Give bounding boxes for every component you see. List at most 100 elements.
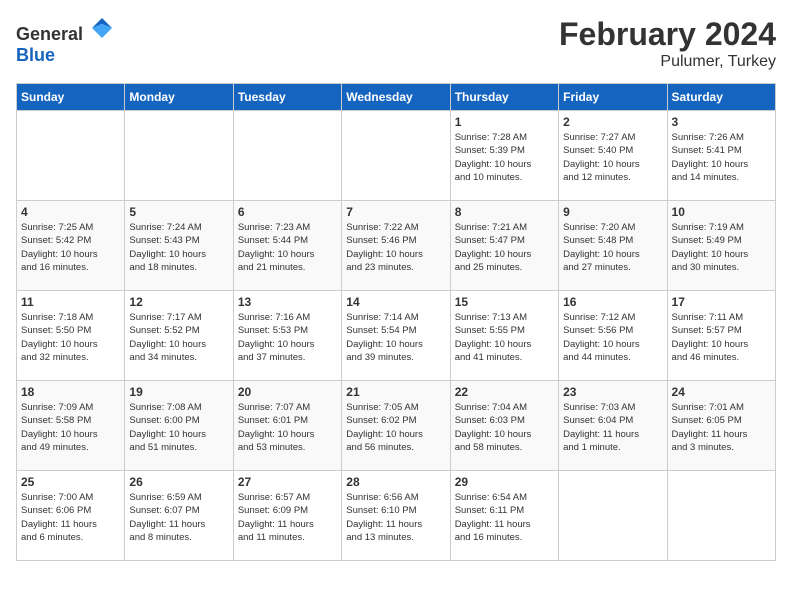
header-day-thursday: Thursday (450, 84, 558, 111)
day-cell: 25 Sunrise: 7:00 AM Sunset: 6:06 PM Dayli… (17, 471, 125, 561)
day-number: 6 (238, 205, 337, 219)
day-number: 19 (129, 385, 228, 399)
day-info: Sunrise: 7:19 AM Sunset: 5:49 PM Dayligh… (672, 221, 771, 274)
day-cell: 26Sunrise: 6:59 AM Sunset: 6:07 PM Dayli… (125, 471, 233, 561)
day-cell: 23 Sunrise: 7:03 AM Sunset: 6:04 PM Dayli… (559, 381, 667, 471)
day-info: Sunrise: 7:14 AM Sunset: 5:54 PM Dayligh… (346, 311, 445, 364)
day-info: Sunrise: 7:09 AM Sunset: 5:58 PM Dayligh… (21, 401, 120, 454)
header-day-wednesday: Wednesday (342, 84, 450, 111)
day-number: 1 (455, 115, 554, 129)
week-row-0: 1 Sunrise: 7:28 AM Sunset: 5:39 PM Daylig… (17, 111, 776, 201)
logo-icon (90, 16, 114, 40)
week-row-3: 18 Sunrise: 7:09 AM Sunset: 5:58 PM Dayli… (17, 381, 776, 471)
day-info: Sunrise: 7:03 AM Sunset: 6:04 PM Dayligh… (563, 401, 662, 454)
day-number: 4 (21, 205, 120, 219)
day-info: Sunrise: 7:25 AM Sunset: 5:42 PM Dayligh… (21, 221, 120, 274)
title-block: February 2024 Pulumer, Turkey (559, 16, 776, 71)
calendar-subtitle: Pulumer, Turkey (559, 53, 776, 71)
week-row-4: 25 Sunrise: 7:00 AM Sunset: 6:06 PM Dayli… (17, 471, 776, 561)
day-cell: 28 Sunrise: 6:56 AM Sunset: 6:10 PM Dayli… (342, 471, 450, 561)
calendar-title: February 2024 (559, 16, 776, 53)
header-day-saturday: Saturday (667, 84, 775, 111)
day-cell: 19 Sunrise: 7:08 AM Sunset: 6:00 PM Dayli… (125, 381, 233, 471)
week-row-2: 11 Sunrise: 7:18 AM Sunset: 5:50 PM Dayli… (17, 291, 776, 381)
header-day-monday: Monday (125, 84, 233, 111)
day-cell: 27Sunrise: 6:57 AM Sunset: 6:09 PM Dayli… (233, 471, 341, 561)
day-cell (125, 111, 233, 201)
day-cell: 9 Sunrise: 7:20 AM Sunset: 5:48 PM Daylig… (559, 201, 667, 291)
day-number: 17 (672, 295, 771, 309)
day-info: Sunrise: 7:11 AM Sunset: 5:57 PM Dayligh… (672, 311, 771, 364)
day-info: Sunrise: 7:20 AM Sunset: 5:48 PM Dayligh… (563, 221, 662, 274)
day-info: Sunrise: 7:24 AM Sunset: 5:43 PM Dayligh… (129, 221, 228, 274)
logo-text: General Blue (16, 16, 114, 66)
day-info: Sunrise: 7:00 AM Sunset: 6:06 PM Dayligh… (21, 491, 120, 544)
day-info: Sunrise: 7:22 AM Sunset: 5:46 PM Dayligh… (346, 221, 445, 274)
day-number: 9 (563, 205, 662, 219)
day-cell (233, 111, 341, 201)
day-number: 21 (346, 385, 445, 399)
day-info: Sunrise: 7:17 AM Sunset: 5:52 PM Dayligh… (129, 311, 228, 364)
header-day-sunday: Sunday (17, 84, 125, 111)
logo-blue: Blue (16, 45, 55, 65)
day-cell: 21 Sunrise: 7:05 AM Sunset: 6:02 PM Dayli… (342, 381, 450, 471)
day-info: Sunrise: 6:56 AM Sunset: 6:10 PM Dayligh… (346, 491, 445, 544)
day-cell: 1 Sunrise: 7:28 AM Sunset: 5:39 PM Daylig… (450, 111, 558, 201)
day-cell: 12Sunrise: 7:17 AM Sunset: 5:52 PM Dayli… (125, 291, 233, 381)
day-number: 25 (21, 475, 120, 489)
day-number: 24 (672, 385, 771, 399)
day-number: 7 (346, 205, 445, 219)
day-cell: 5 Sunrise: 7:24 AM Sunset: 5:43 PM Daylig… (125, 201, 233, 291)
logo-general: General (16, 24, 83, 44)
day-info: Sunrise: 7:12 AM Sunset: 5:56 PM Dayligh… (563, 311, 662, 364)
day-cell (17, 111, 125, 201)
day-number: 18 (21, 385, 120, 399)
day-info: Sunrise: 7:27 AM Sunset: 5:40 PM Dayligh… (563, 131, 662, 184)
day-info: Sunrise: 7:13 AM Sunset: 5:55 PM Dayligh… (455, 311, 554, 364)
day-number: 27 (238, 475, 337, 489)
day-info: Sunrise: 7:08 AM Sunset: 6:00 PM Dayligh… (129, 401, 228, 454)
day-info: Sunrise: 7:05 AM Sunset: 6:02 PM Dayligh… (346, 401, 445, 454)
header-day-friday: Friday (559, 84, 667, 111)
day-cell: 14Sunrise: 7:14 AM Sunset: 5:54 PM Dayli… (342, 291, 450, 381)
day-cell: 16 Sunrise: 7:12 AM Sunset: 5:56 PM Dayli… (559, 291, 667, 381)
day-info: Sunrise: 7:21 AM Sunset: 5:47 PM Dayligh… (455, 221, 554, 274)
day-number: 29 (455, 475, 554, 489)
day-info: Sunrise: 7:28 AM Sunset: 5:39 PM Dayligh… (455, 131, 554, 184)
day-cell: 15Sunrise: 7:13 AM Sunset: 5:55 PM Dayli… (450, 291, 558, 381)
day-cell: 29Sunrise: 6:54 AM Sunset: 6:11 PM Dayli… (450, 471, 558, 561)
day-number: 10 (672, 205, 771, 219)
day-cell: 20Sunrise: 7:07 AM Sunset: 6:01 PM Dayli… (233, 381, 341, 471)
week-row-1: 4 Sunrise: 7:25 AM Sunset: 5:42 PM Daylig… (17, 201, 776, 291)
day-cell: 11 Sunrise: 7:18 AM Sunset: 5:50 PM Dayli… (17, 291, 125, 381)
day-number: 2 (563, 115, 662, 129)
day-number: 5 (129, 205, 228, 219)
day-number: 20 (238, 385, 337, 399)
day-cell: 17 Sunrise: 7:11 AM Sunset: 5:57 PM Dayli… (667, 291, 775, 381)
day-number: 23 (563, 385, 662, 399)
calendar-body: 1 Sunrise: 7:28 AM Sunset: 5:39 PM Daylig… (17, 111, 776, 561)
day-cell: 2 Sunrise: 7:27 AM Sunset: 5:40 PM Daylig… (559, 111, 667, 201)
day-info: Sunrise: 7:01 AM Sunset: 6:05 PM Dayligh… (672, 401, 771, 454)
day-number: 11 (21, 295, 120, 309)
day-info: Sunrise: 7:16 AM Sunset: 5:53 PM Dayligh… (238, 311, 337, 364)
calendar-header: SundayMondayTuesdayWednesdayThursdayFrid… (17, 84, 776, 111)
day-number: 22 (455, 385, 554, 399)
day-cell (559, 471, 667, 561)
header-day-tuesday: Tuesday (233, 84, 341, 111)
day-cell: 10 Sunrise: 7:19 AM Sunset: 5:49 PM Dayli… (667, 201, 775, 291)
day-number: 16 (563, 295, 662, 309)
day-cell: 3 Sunrise: 7:26 AM Sunset: 5:41 PM Daylig… (667, 111, 775, 201)
day-info: Sunrise: 7:18 AM Sunset: 5:50 PM Dayligh… (21, 311, 120, 364)
day-cell: 13 Sunrise: 7:16 AM Sunset: 5:53 PM Dayli… (233, 291, 341, 381)
day-number: 28 (346, 475, 445, 489)
day-info: Sunrise: 7:26 AM Sunset: 5:41 PM Dayligh… (672, 131, 771, 184)
day-cell: 6Sunrise: 7:23 AM Sunset: 5:44 PM Daylig… (233, 201, 341, 291)
day-cell: 24 Sunrise: 7:01 AM Sunset: 6:05 PM Dayli… (667, 381, 775, 471)
day-cell (342, 111, 450, 201)
day-cell: 18 Sunrise: 7:09 AM Sunset: 5:58 PM Dayli… (17, 381, 125, 471)
day-number: 3 (672, 115, 771, 129)
day-number: 13 (238, 295, 337, 309)
day-cell (667, 471, 775, 561)
calendar-table: SundayMondayTuesdayWednesdayThursdayFrid… (16, 83, 776, 561)
